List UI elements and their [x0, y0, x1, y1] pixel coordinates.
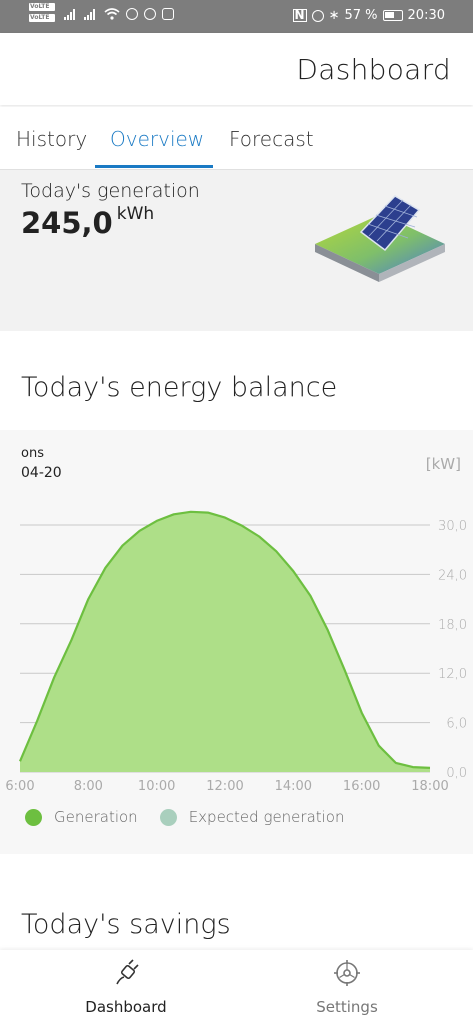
whatsapp-icon — [144, 8, 156, 20]
nav-dashboard-label: Dashboard — [85, 998, 167, 1016]
x-tick-label: 6:00 — [5, 779, 34, 794]
page-title: Dashboard — [296, 53, 451, 86]
legend-item-expected: Expected generation — [159, 808, 345, 826]
chart-legend: Generation Expected generation — [25, 808, 367, 826]
energy-balance-title: Today's energy balance — [21, 372, 338, 403]
clock-time: 20:30 — [407, 8, 445, 23]
active-tab-indicator — [95, 165, 213, 168]
generation-label: Today's generation — [21, 180, 200, 202]
legend-swatch-expected — [159, 808, 177, 826]
legend-label-expected: Expected generation — [188, 808, 345, 826]
energy-chart: 0,0 6,0 12,0 18,0 24,0 30,0 6:00 8:00 10:00 12:00… — [5, 510, 467, 794]
nav-dashboard[interactable]: Dashboard — [66, 958, 186, 1016]
legend-item-generation: Generation — [25, 808, 138, 826]
energy-chart-card: ons 04-20 [kW] 0,0 6,0 12,0 18,0 24,0 30,0 6:0… — [0, 430, 473, 854]
volte-label-1: VoLTE — [29, 3, 55, 11]
y-tick-label: 6,0 — [446, 717, 467, 732]
tab-forecast[interactable]: Forecast — [229, 127, 314, 151]
messenger-icon — [126, 8, 138, 20]
plug-icon — [116, 959, 139, 985]
x-tick-label: 10:00 — [138, 779, 175, 794]
tab-bar: History Overview Forecast — [0, 107, 473, 170]
y-tick-label: 0,0 — [446, 766, 467, 781]
generation-card: Today's generation 245,0 kWh — [0, 170, 473, 331]
battery-icon — [382, 10, 403, 21]
volte-indicator: VoLTE VoLTE — [29, 3, 55, 25]
alarm-icon — [311, 9, 324, 22]
generation-area — [20, 511, 430, 772]
bluetooth-icon: ∗ — [328, 8, 340, 23]
app-header: Dashboard — [0, 33, 473, 105]
signal-icon — [64, 8, 78, 20]
tab-overview[interactable]: Overview — [110, 127, 204, 151]
tab-history[interactable]: History — [16, 127, 87, 151]
y-tick-label: 24,0 — [438, 568, 467, 583]
gear-icon — [334, 960, 360, 986]
generation-unit: kWh — [116, 204, 155, 224]
battery-percent: 57 % — [344, 8, 378, 23]
x-tick-label: 12:00 — [206, 779, 243, 794]
legend-label-generation: Generation — [54, 808, 138, 826]
y-tick-label: 18,0 — [438, 618, 467, 633]
nav-settings-label: Settings — [316, 998, 378, 1016]
x-tick-label: 14:00 — [275, 779, 312, 794]
x-tick-label: 18:00 — [411, 779, 448, 794]
legend-swatch-generation — [25, 808, 42, 826]
y-tick-label: 30,0 — [438, 519, 467, 534]
x-tick-label: 16:00 — [343, 779, 380, 794]
signal-icon — [84, 8, 98, 20]
bottom-navigation: Dashboard Settings — [0, 950, 473, 1024]
generation-value: 245,0 — [21, 206, 113, 240]
instagram-icon — [162, 8, 174, 20]
volte-label-2: VoLTE — [29, 14, 55, 22]
savings-title: Today's savings — [21, 909, 231, 940]
solar-panel-illustration — [315, 195, 445, 282]
status-bar: VoLTE VoLTE N ∗ 57 % 20:30 — [0, 0, 473, 33]
wifi-icon — [104, 8, 120, 20]
y-tick-label: 12,0 — [438, 667, 467, 682]
x-tick-label: 8:00 — [74, 779, 103, 794]
nfc-icon: N — [292, 8, 307, 22]
generation-value-row: 245,0 kWh — [21, 204, 155, 240]
nav-settings[interactable]: Settings — [287, 958, 407, 1016]
